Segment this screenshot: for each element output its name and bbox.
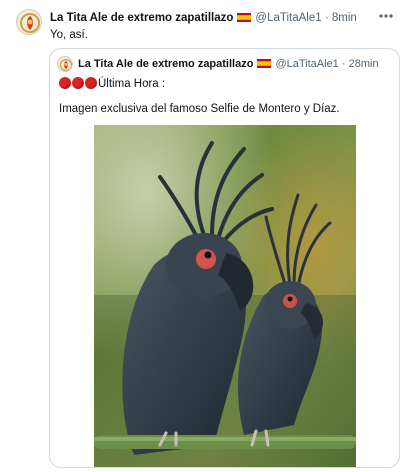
quoted-tweet[interactable]: La Tita Ale de extremo zapatillazo @LaTit… [49,48,400,468]
quoted-timestamp: 28min [348,58,379,70]
spain-flag-icon [257,59,272,68]
quoted-body-text: Imagen exclusiva del famoso Selfie de Mo… [59,103,340,115]
author-name[interactable]: La Tita Ale de extremo zapatillazo [50,12,233,24]
author-handle[interactable]: @LaTitaAle1 [255,12,321,24]
cockatoo-photo-illustration [94,125,356,467]
quoted-tweet-header: La Tita Ale de extremo zapatillazo @LaTit… [78,56,379,72]
tweet-timestamp[interactable]: 8min [332,12,357,24]
quoted-author-avatar[interactable] [57,56,73,72]
quoted-photo[interactable] [94,125,356,467]
tweet-card[interactable]: La Tita Ale de extremo zapatillazo @LaTit… [0,0,418,472]
more-horizontal-icon[interactable] [376,6,396,26]
header-separator: · [324,12,329,24]
headline-text: Última Hora : [98,78,166,90]
red-circle-icon [85,77,97,89]
quoted-header-separator: · [341,58,346,70]
quoted-author-handle: @LaTitaAle1 [275,58,339,70]
author-avatar[interactable] [16,9,42,35]
tweet-header: La Tita Ale de extremo zapatillazo @LaTit… [50,10,357,26]
spain-flag-icon [237,13,252,22]
red-circle-icon [59,77,71,89]
red-circle-icon [72,77,84,89]
quoted-headline: Última Hora : [59,76,165,92]
tweet-text: Yo, así. [50,29,88,41]
quoted-author-name: La Tita Ale de extremo zapatillazo [78,58,254,70]
